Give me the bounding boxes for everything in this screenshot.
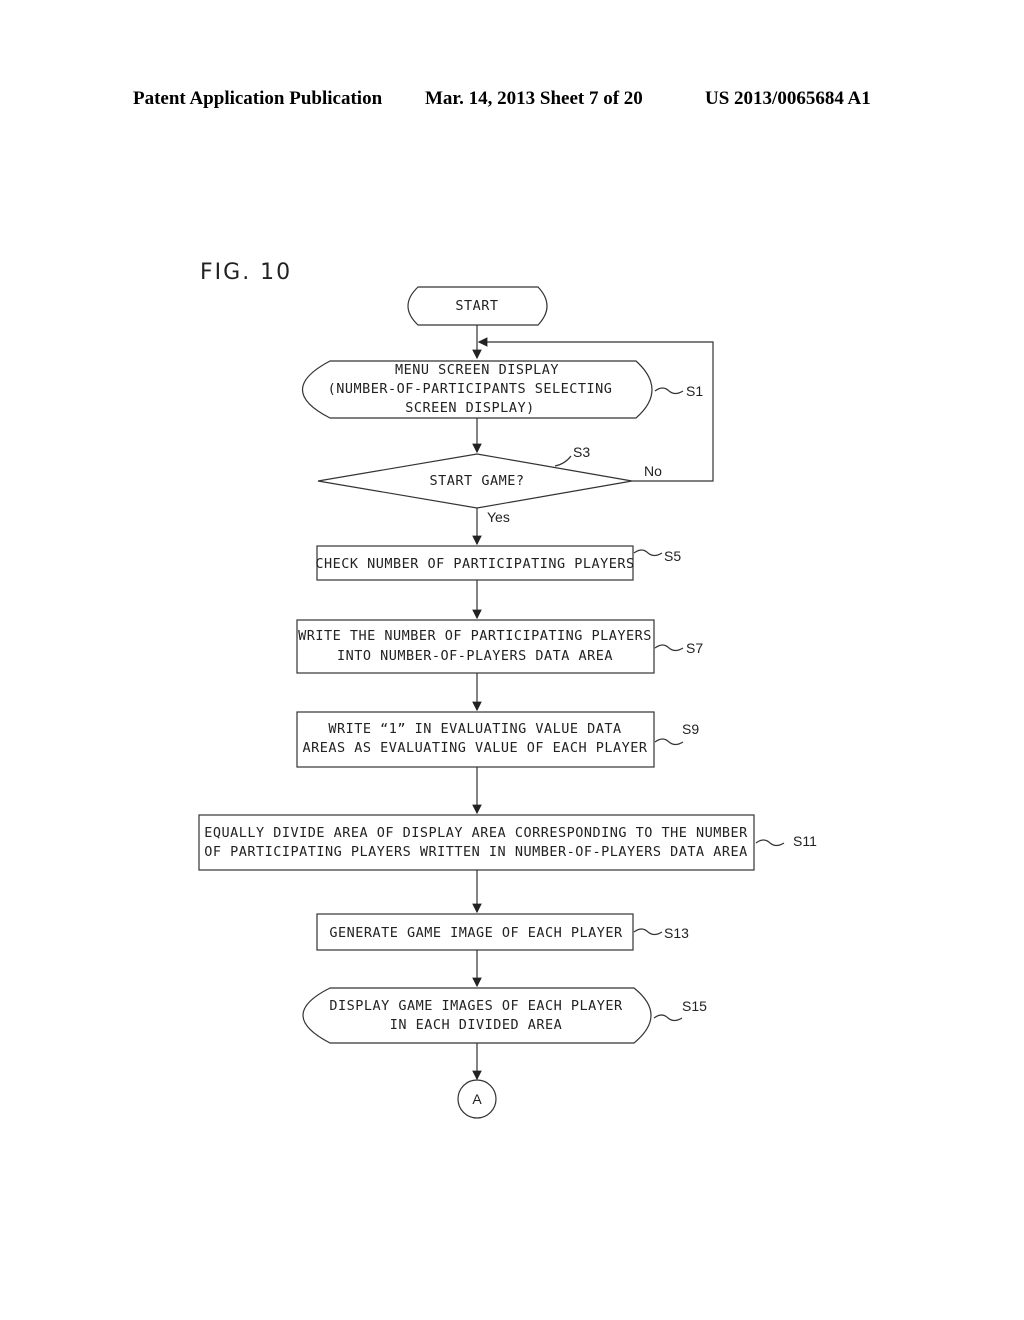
s3-leader: [554, 455, 572, 467]
s7-label: S7: [686, 640, 703, 656]
s11-line-2: OF PARTICIPATING PLAYERS WRITTEN IN NUMB…: [204, 844, 748, 860]
s15-line-1: DISPLAY GAME IMAGES OF EACH PLAYER: [329, 998, 623, 1014]
s15-leader: [653, 1014, 683, 1022]
s15-label: S15: [682, 998, 707, 1014]
s9-label: S9: [682, 721, 699, 737]
flowchart: FIG. 10 START MENU SCREEN DISPLAY (NUMBE…: [198, 260, 817, 1119]
figure-label: FIG. 10: [200, 260, 292, 285]
step-s5-process: CHECK NUMBER OF PARTICIPATING PLAYERS S5: [315, 545, 681, 581]
s3-text: START GAME?: [430, 473, 525, 489]
s11-line-1: EQUALLY DIVIDE AREA OF DISPLAY AREA CORR…: [204, 825, 748, 841]
s13-leader: [633, 928, 663, 936]
s13-line-1: GENERATE GAME IMAGE OF EACH PLAYER: [329, 925, 623, 941]
s7-line-1: WRITE THE NUMBER OF PARTICIPATING PLAYER…: [298, 628, 652, 644]
step-s9-process: WRITE “1” IN EVALUATING VALUE DATA AREAS…: [296, 711, 699, 768]
step-s11-process: EQUALLY DIVIDE AREA OF DISPLAY AREA CORR…: [198, 814, 817, 871]
step-s15-display: DISPLAY GAME IMAGES OF EACH PLAYER IN EA…: [302, 987, 707, 1044]
s9-line-1: WRITE “1” IN EVALUATING VALUE DATA: [328, 721, 621, 737]
connector-a-text: A: [472, 1091, 482, 1107]
step-s3-decision: START GAME? S3 No Yes: [317, 444, 662, 525]
step-s1-display: MENU SCREEN DISPLAY (NUMBER-OF-PARTICIPA…: [302, 360, 703, 419]
s3-yes-label: Yes: [487, 509, 510, 525]
connector-a: A: [457, 1079, 497, 1119]
s1-line-3: SCREEN DISPLAY): [405, 400, 534, 416]
start-terminal: START: [407, 286, 548, 326]
s5-label: S5: [664, 548, 681, 564]
s1-label: S1: [686, 383, 703, 399]
s11-leader: [755, 839, 785, 847]
s5-line-1: CHECK NUMBER OF PARTICIPATING PLAYERS: [315, 556, 634, 572]
s1-line-1: MENU SCREEN DISPLAY: [395, 362, 559, 378]
s5-leader: [633, 549, 663, 557]
s3-label: S3: [573, 444, 590, 460]
s1-leader: [654, 387, 684, 395]
s13-label: S13: [664, 925, 689, 941]
s7-line-2: INTO NUMBER-OF-PLAYERS DATA AREA: [337, 648, 613, 664]
s11-label: S11: [793, 833, 817, 849]
s15-line-2: IN EACH DIVIDED AREA: [390, 1017, 563, 1033]
s7-leader: [654, 644, 684, 652]
s9-line-2: AREAS AS EVALUATING VALUE OF EACH PLAYER: [302, 740, 647, 756]
s3-no-label: No: [644, 463, 662, 479]
step-s7-process: WRITE THE NUMBER OF PARTICIPATING PLAYER…: [296, 619, 703, 674]
start-text: START: [455, 298, 498, 314]
step-s13-process: GENERATE GAME IMAGE OF EACH PLAYER S13: [316, 913, 689, 951]
s9-leader: [654, 738, 684, 746]
s1-line-2: (NUMBER-OF-PARTICIPANTS SELECTING: [328, 381, 613, 397]
